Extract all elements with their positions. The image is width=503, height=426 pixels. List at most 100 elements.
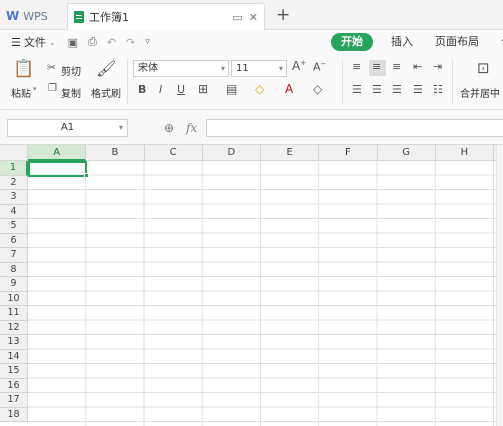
- row-header-10[interactable]: 10: [0, 291, 28, 306]
- close-tab-icon[interactable]: ✕: [249, 11, 258, 24]
- insert-function-icon[interactable]: fx: [186, 121, 197, 135]
- menu-bar: ☰ 文件 ⌄ ▣ ⎙ ↶ ↷ ▿ 开始 插入 页面布局 公: [0, 30, 503, 54]
- underline-icon[interactable]: U: [177, 83, 185, 96]
- font-name-select[interactable]: 宋体 ▾: [133, 60, 229, 77]
- copy-icon[interactable]: ❐: [48, 83, 57, 94]
- vertical-scrollbar[interactable]: [496, 145, 503, 426]
- row-header-8[interactable]: 8: [0, 262, 28, 277]
- align-left-icon[interactable]: ☰: [352, 83, 362, 96]
- chevron-down-icon: ▾: [118, 123, 123, 132]
- row-header-5[interactable]: 5: [0, 219, 28, 234]
- ribbon-tabs: 开始 插入 页面布局 公: [331, 33, 503, 51]
- customize-toolbar-icon[interactable]: ▿: [145, 37, 150, 47]
- row-header-3[interactable]: 3: [0, 190, 28, 205]
- column-header-f[interactable]: F: [319, 145, 378, 161]
- column-header-b[interactable]: B: [86, 145, 145, 161]
- cut-label[interactable]: 剪切: [61, 63, 81, 78]
- column-header-g[interactable]: G: [377, 145, 436, 161]
- cell-area[interactable]: [28, 161, 503, 426]
- align-middle-icon[interactable]: ≡: [372, 60, 381, 73]
- document-tab[interactable]: 工作簿1 ▭ ✕: [67, 3, 265, 30]
- row-header-2[interactable]: 2: [0, 175, 28, 190]
- font-color-icon[interactable]: A: [285, 82, 293, 96]
- quick-access-toolbar: ▣ ⎙ ↶ ↷ ▿: [68, 35, 150, 49]
- row-header-16[interactable]: 16: [0, 378, 28, 393]
- tab-formulas[interactable]: 公: [494, 33, 503, 51]
- select-all-corner[interactable]: [0, 145, 28, 161]
- row-header-13[interactable]: 13: [0, 335, 28, 350]
- fill-pattern-icon[interactable]: ▤: [226, 82, 237, 96]
- home-ribbon: 📋 粘贴 ▾ ✂ 剪切 ❐ 复制 🖌 格式刷 宋体 ▾ 11 ▾ A+ A− B…: [0, 54, 503, 110]
- tab-insert[interactable]: 插入: [384, 33, 420, 51]
- font-size-value: 11: [236, 63, 249, 74]
- print-icon[interactable]: ⎙: [88, 35, 97, 49]
- column-header-c[interactable]: C: [144, 145, 203, 161]
- column-header-e[interactable]: E: [261, 145, 320, 161]
- paste-label[interactable]: 粘贴: [11, 85, 31, 100]
- align-bottom-icon[interactable]: ≡: [392, 60, 401, 73]
- tab-page-layout[interactable]: 页面布局: [428, 33, 486, 51]
- row-header-11[interactable]: 11: [0, 306, 28, 321]
- distributed-align-icon[interactable]: ☷: [433, 83, 443, 96]
- row-header-4[interactable]: 4: [0, 204, 28, 219]
- justify-icon[interactable]: ☰: [413, 83, 423, 96]
- merge-center-icon[interactable]: ⊡: [477, 59, 490, 77]
- row-header-15[interactable]: 15: [0, 364, 28, 379]
- name-box[interactable]: A1 ▾: [7, 119, 128, 137]
- clear-format-icon[interactable]: ◇: [313, 82, 322, 96]
- row-header-7[interactable]: 7: [0, 248, 28, 263]
- row-header-9[interactable]: 9: [0, 277, 28, 292]
- row-header-17[interactable]: 17: [0, 393, 28, 408]
- align-center-icon[interactable]: ☰: [372, 83, 382, 96]
- row-header-6[interactable]: 6: [0, 233, 28, 248]
- formula-bar: A1 ▾ ⊕ fx: [0, 110, 503, 145]
- format-painter-icon[interactable]: 🖌: [96, 59, 116, 78]
- chevron-down-icon: ▾: [220, 64, 225, 73]
- file-menu[interactable]: ☰ 文件 ⌄: [11, 34, 56, 50]
- fill-color-icon[interactable]: ◇: [255, 82, 264, 96]
- ribbon-separator: [452, 60, 453, 104]
- redo-icon[interactable]: ↷: [126, 36, 135, 49]
- merge-center-label[interactable]: 合并居中: [460, 85, 500, 100]
- new-tab-button[interactable]: +: [276, 5, 290, 25]
- active-cell[interactable]: [28, 161, 87, 177]
- chevron-down-icon: ⌄: [48, 37, 56, 47]
- wps-home-label: WPS: [23, 9, 48, 23]
- align-top-icon[interactable]: ≡: [352, 60, 361, 73]
- column-header-d[interactable]: D: [202, 145, 261, 161]
- decrease-font-size-icon[interactable]: A−: [313, 60, 326, 74]
- row-header-12[interactable]: 12: [0, 320, 28, 335]
- column-header-a[interactable]: A: [28, 145, 87, 161]
- document-tab-title: 工作簿1: [89, 11, 129, 24]
- row-header-1[interactable]: 1: [0, 161, 28, 176]
- file-menu-label: 文件: [23, 36, 46, 49]
- copy-label[interactable]: 复制: [61, 85, 81, 100]
- border-icon[interactable]: ⊞: [198, 82, 208, 96]
- increase-font-size-icon[interactable]: A+: [292, 59, 306, 73]
- wps-home-tab[interactable]: W WPS: [0, 2, 60, 30]
- increase-indent-icon[interactable]: ⇥: [433, 60, 442, 73]
- italic-icon[interactable]: I: [159, 83, 162, 96]
- undo-icon[interactable]: ↶: [107, 36, 116, 49]
- font-name-value: 宋体: [138, 63, 158, 74]
- formula-input[interactable]: [206, 119, 503, 137]
- cut-icon[interactable]: ✂: [47, 61, 56, 74]
- row-header-14[interactable]: 14: [0, 349, 28, 364]
- align-right-icon[interactable]: ☰: [392, 83, 402, 96]
- font-size-select[interactable]: 11 ▾: [231, 60, 287, 77]
- tab-home[interactable]: 开始: [331, 33, 373, 51]
- paste-dropdown-icon[interactable]: ▾: [33, 85, 37, 93]
- cell-reference: A1: [60, 122, 75, 133]
- column-header-h[interactable]: H: [435, 145, 494, 161]
- spreadsheet-doc-icon: [74, 11, 84, 23]
- decrease-indent-icon[interactable]: ⇤: [413, 60, 422, 73]
- bold-icon[interactable]: B: [138, 83, 146, 96]
- format-painter-label[interactable]: 格式刷: [91, 85, 121, 100]
- fill-handle[interactable]: [84, 173, 89, 178]
- paste-icon[interactable]: 📋: [13, 59, 34, 79]
- save-icon[interactable]: ▣: [68, 36, 78, 49]
- row-header-18[interactable]: 18: [0, 407, 28, 422]
- wps-logo-icon: W: [6, 9, 20, 23]
- zoom-search-icon[interactable]: ⊕: [164, 121, 174, 135]
- restore-window-icon[interactable]: ▭: [232, 11, 242, 24]
